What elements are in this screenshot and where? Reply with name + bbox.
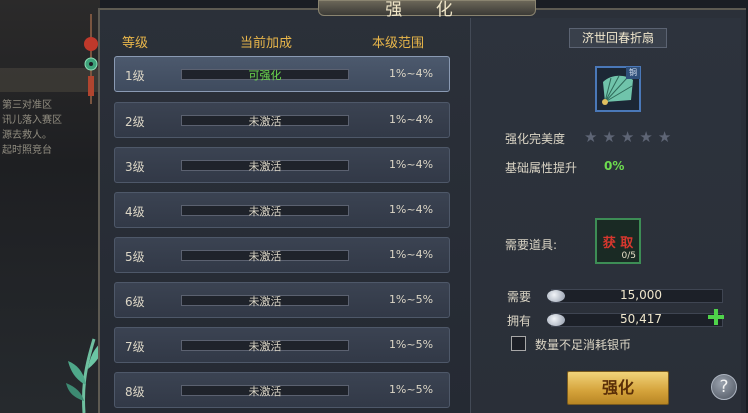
row-level: 3级 (125, 160, 145, 174)
row-range: 1%~4% (388, 158, 434, 171)
row-status: 可强化 (248, 69, 282, 82)
level-row-8[interactable]: 8级 未激活 1%~5% (114, 372, 450, 408)
use-silver-checkbox[interactable] (511, 336, 526, 351)
row-level: 8级 (125, 385, 145, 399)
acquire-link[interactable]: 获 取 (599, 232, 637, 251)
row-range: 1%~4% (388, 248, 434, 261)
item-name: 济世回春折扇 (569, 28, 667, 48)
row-status: 未激活 (248, 385, 282, 398)
background-quest-text: 第三对准区 讯儿落入赛区 源去救人。 起时照竞台 (2, 98, 98, 158)
need-label: 需要 (507, 290, 532, 304)
perfection-stars: ★★★★★ (584, 128, 676, 146)
header-level: 等级 (122, 36, 149, 51)
star-icon: ★ (584, 128, 603, 146)
level-row-2[interactable]: 2级 未激活 1%~4% (114, 102, 450, 138)
star-icon: ★ (602, 128, 621, 146)
use-silver-label: 数量不足消耗银币 (535, 338, 632, 352)
level-row-4[interactable]: 4级 未激活 1%~4% (114, 192, 450, 228)
level-table: 等级 当前加成 本级范围 1级 可强化 1%~4% 2级 未激活 1%~4% 3… (108, 24, 460, 413)
required-item-slot[interactable]: 获 取 0/5 (595, 218, 641, 264)
row-range: 1%~4% (388, 67, 434, 80)
row-level: 4级 (125, 205, 145, 219)
item-detail-panel: 济世回春折扇 铜 强化完美度 ★★★★★ 基础属性提升 0% 需要道具: 获 取… (470, 18, 741, 413)
help-icon[interactable]: ? (711, 374, 737, 400)
attr-boost-value: 0% (604, 159, 625, 173)
level-row-1[interactable]: 1级 可强化 1%~4% (114, 56, 450, 92)
level-row-6[interactable]: 6级 未激活 1%~5% (114, 282, 450, 318)
quest-line: 源去救人。 (2, 130, 52, 141)
level-row-3[interactable]: 3级 未激活 1%~4% (114, 147, 450, 183)
row-level: 6级 (125, 295, 145, 309)
row-level: 2级 (125, 115, 145, 129)
row-level: 1级 (125, 69, 145, 83)
add-currency-icon[interactable] (707, 308, 725, 326)
row-status: 未激活 (248, 115, 282, 128)
row-status: 未激活 (248, 205, 282, 218)
own-label: 拥有 (507, 314, 532, 328)
level-row-7[interactable]: 7级 未激活 1%~5% (114, 327, 450, 363)
row-status: 未激活 (248, 160, 282, 173)
star-icon: ★ (657, 128, 677, 146)
perfection-label: 强化完美度 (505, 132, 566, 146)
row-status: 未激活 (248, 340, 282, 353)
attr-boost-label: 基础属性提升 (505, 161, 578, 175)
strengthen-button[interactable]: 强化 (567, 371, 669, 405)
need-value: 15,000 (620, 288, 662, 302)
header-range: 本级范围 (372, 36, 425, 51)
star-icon: ★ (620, 128, 640, 146)
row-status: 未激活 (248, 250, 282, 263)
row-range: 1%~5% (388, 293, 434, 306)
silver-coin-icon (547, 290, 565, 302)
header-bonus: 当前加成 (240, 36, 293, 51)
level-row-5[interactable]: 5级 未激活 1%~4% (114, 237, 450, 273)
row-level: 7级 (125, 340, 145, 354)
row-range: 1%~4% (388, 203, 434, 216)
row-status: 未激活 (248, 295, 282, 308)
row-range: 1%~4% (388, 113, 434, 126)
quest-line: 讯儿落入赛区 (2, 115, 62, 126)
row-level: 5级 (125, 250, 145, 264)
required-item-count: 0/5 (621, 251, 636, 261)
required-item-label: 需要道具: (505, 238, 558, 252)
own-value: 50,417 (620, 312, 662, 326)
row-range: 1%~5% (388, 338, 434, 351)
quest-line: 起时照竞台 (2, 145, 52, 156)
dialog-title: 强 化 (385, 0, 467, 20)
row-range: 1%~5% (388, 383, 434, 396)
item-tier-tag: 铜 (626, 67, 640, 79)
silver-coin-icon (547, 314, 565, 326)
star-icon: ★ (639, 128, 658, 146)
item-slot[interactable]: 铜 (595, 66, 641, 112)
